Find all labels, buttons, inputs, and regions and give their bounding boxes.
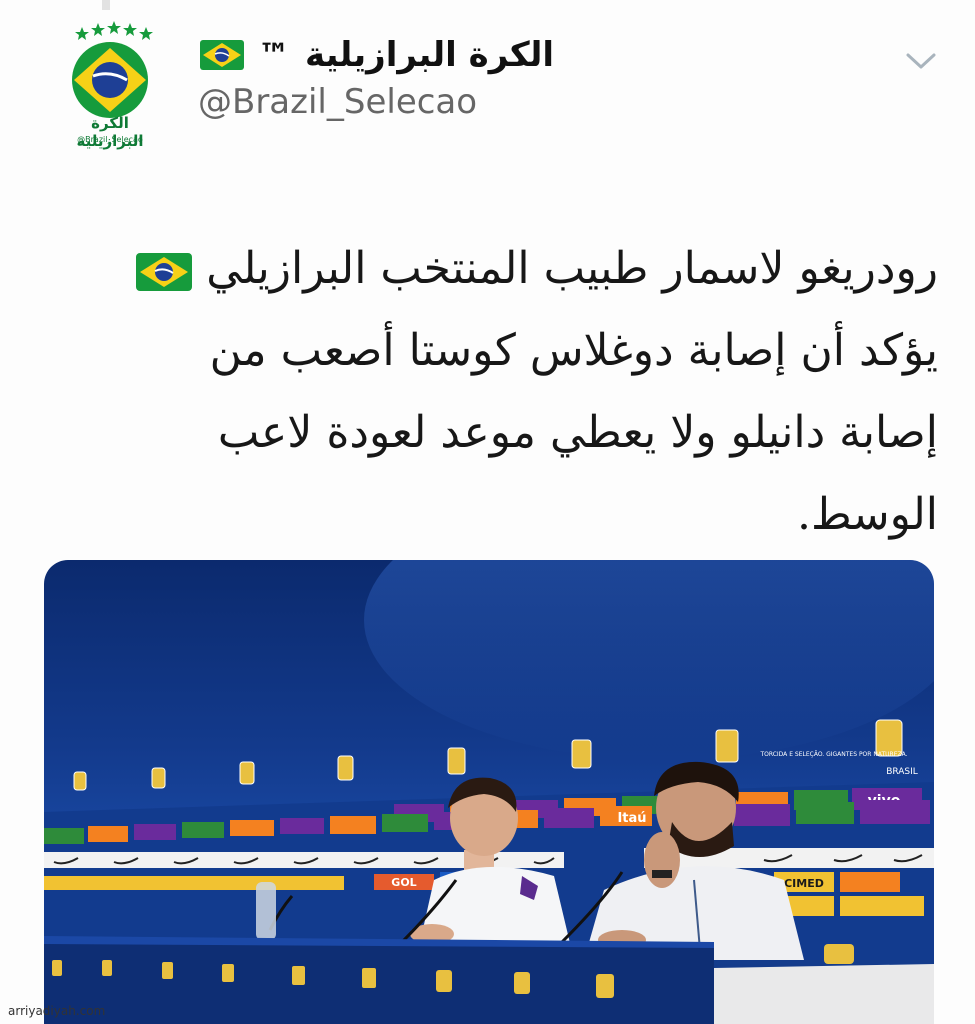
tweet-line: رودريغو لاسمار طبيب المنتخب البرازيلي (100, 228, 938, 310)
slogan-text: TORCIDA E SELEÇÃO. GIGANTES POR NATUREZA… (759, 751, 907, 758)
watermark: arriyadiyah.com (8, 1004, 106, 1018)
avatar[interactable]: الكرة البرازيلية @Brazil_Selecao (58, 18, 162, 150)
press-conference-image: BRASIL TORCIDA E SELEÇÃO. GIGANTES POR N… (44, 560, 934, 1024)
avatar-brand-text: الكرة البرازيلية (76, 114, 144, 150)
brazil-flag-icon (136, 252, 193, 291)
top-edge (0, 0, 975, 10)
top-edge-mark (102, 0, 110, 10)
tweet-line-text: رودريغو لاسمار طبيب المنتخب البرازيلي (206, 243, 938, 294)
chevron-down-icon[interactable] (900, 46, 942, 76)
display-name: الكرة البرازيلية (305, 35, 555, 75)
tweet-photo[interactable]: BRASIL TORCIDA E SELEÇÃO. GIGANTES POR N… (44, 560, 934, 1024)
brasil-label: BRASIL (886, 767, 918, 777)
account-name-row[interactable]: ™ الكرة البرازيلية (200, 30, 554, 80)
tweet-line: إصابة دانيلو ولا يعطي موعد لعودة لاعب (217, 407, 938, 458)
tweet-line: الوسط. (797, 489, 938, 540)
avatar-brand-handle: @Brazil_Selecao (77, 135, 143, 144)
sponsor-itau: Itaú (617, 811, 646, 826)
sponsor-cimed: CIMED (784, 877, 824, 890)
tweet-text: رودريغو لاسمار طبيب المنتخب البرازيلي يؤ… (100, 228, 938, 556)
account-handle[interactable]: @Brazil_Selecao (198, 82, 477, 122)
trademark-symbol: ™ (258, 36, 291, 74)
brazil-flag-icon (200, 40, 244, 70)
sponsor-gol: GOL (391, 876, 416, 889)
tweet-line: يؤكد أن إصابة دوغلاس كوستا أصعب من (209, 325, 938, 376)
